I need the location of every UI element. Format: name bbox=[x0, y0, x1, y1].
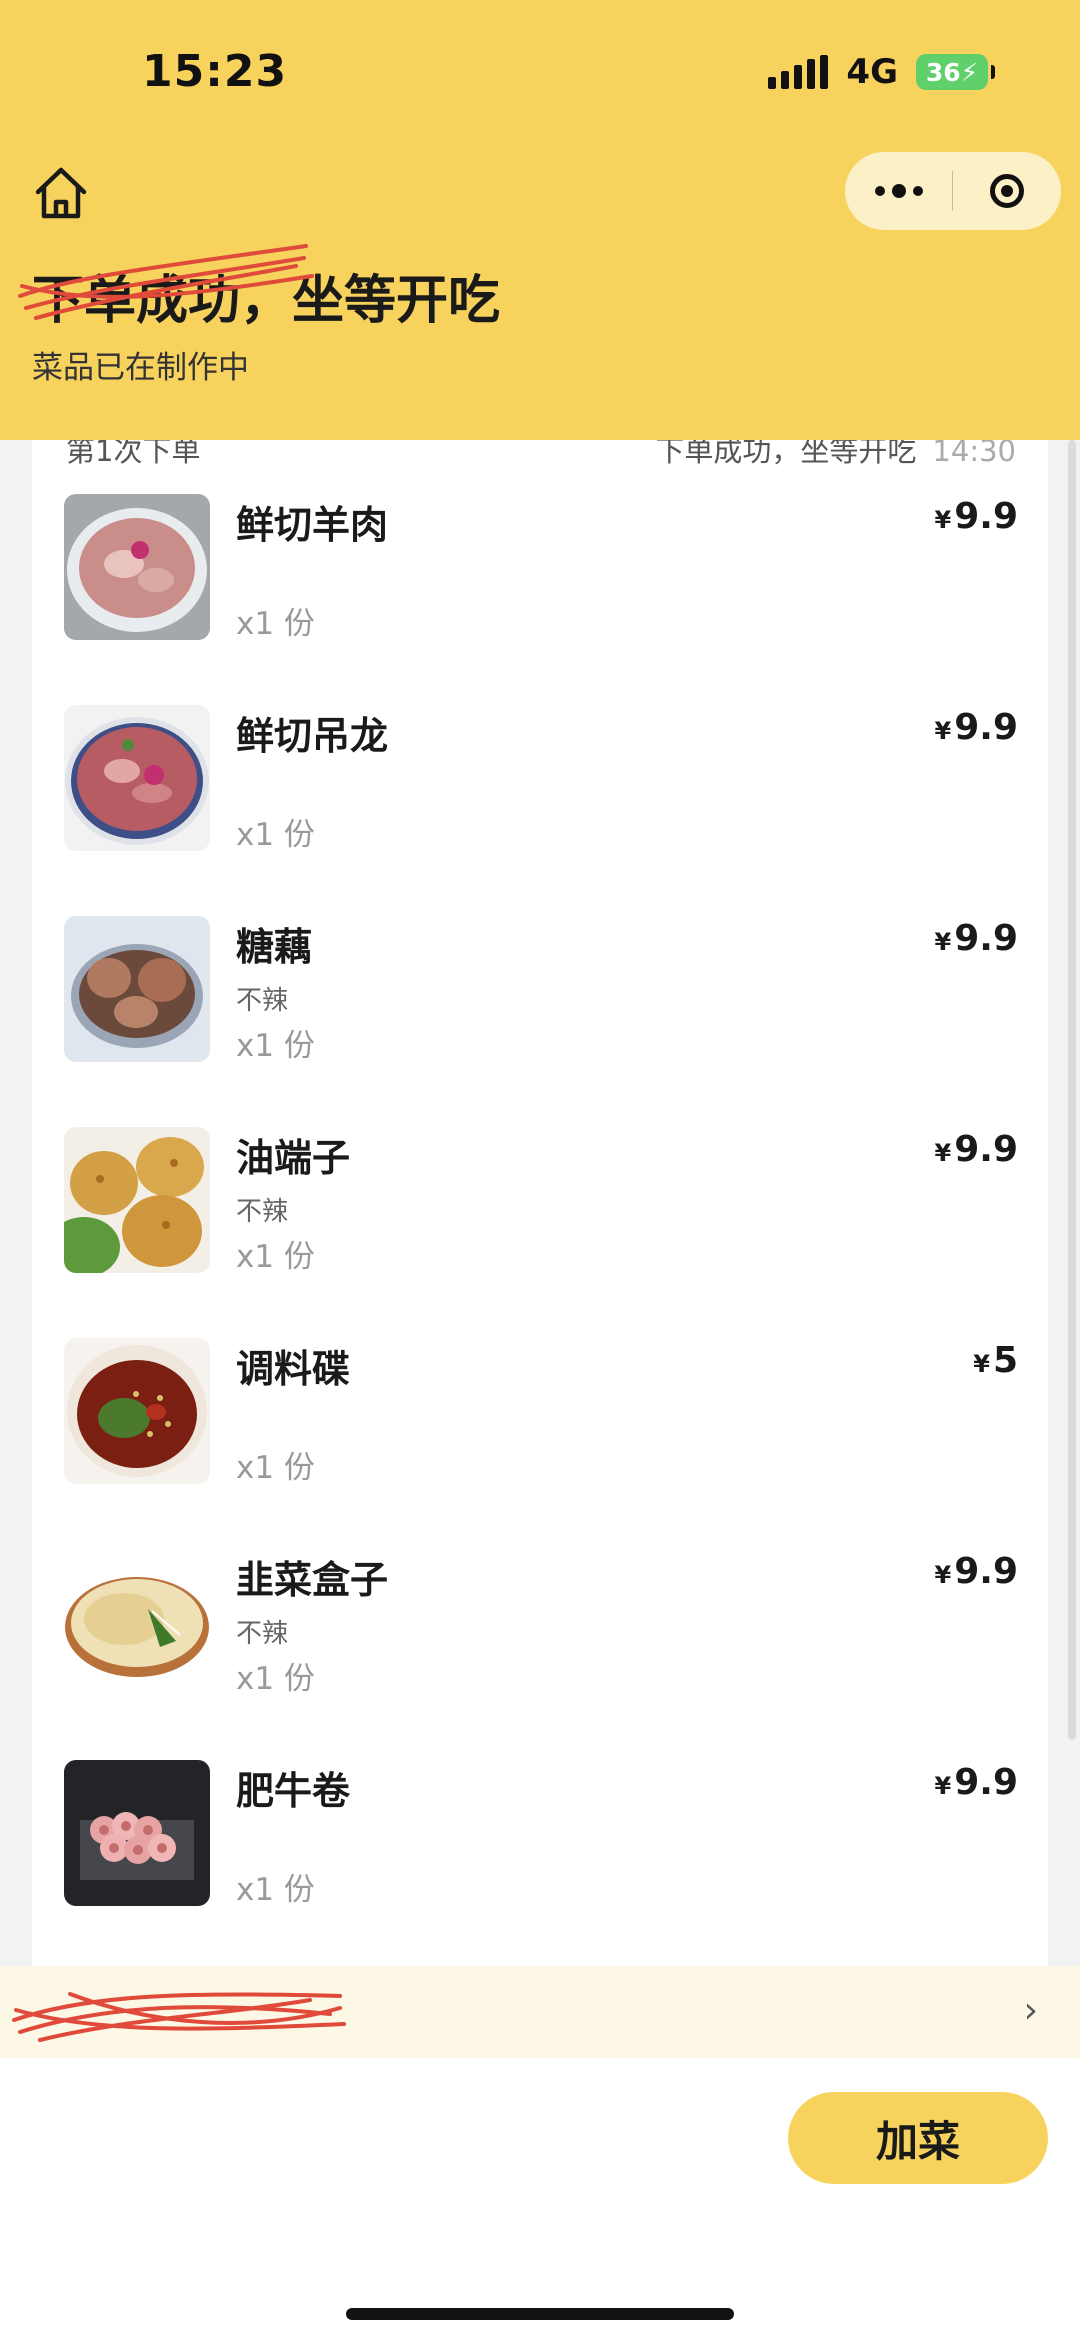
item-quantity: x1 份 bbox=[236, 1661, 315, 1697]
item-image bbox=[64, 1127, 210, 1273]
status-indicators: 4G 36 ⚡ bbox=[768, 52, 995, 92]
item-price: ¥9.9 bbox=[934, 496, 1018, 537]
item-option: 不辣 bbox=[236, 986, 289, 1016]
notice-bar[interactable]: › bbox=[0, 1966, 1080, 2058]
list-item[interactable]: 韭菜盒子 不辣 x1 份 ¥9.9 bbox=[64, 1549, 1018, 1699]
item-name: 油端子 bbox=[236, 1136, 351, 1180]
item-option: 不辣 bbox=[236, 1197, 289, 1227]
item-image bbox=[64, 494, 210, 640]
item-quantity: x1 份 bbox=[236, 1028, 315, 1064]
item-quantity: x1 份 bbox=[236, 1239, 315, 1275]
status-time: 15:23 bbox=[142, 46, 288, 97]
battery-icon: 36 ⚡ bbox=[916, 54, 995, 90]
item-name: 调料碟 bbox=[236, 1347, 351, 1391]
item-price: ¥9.9 bbox=[934, 1762, 1018, 1803]
item-name: 鲜切吊龙 bbox=[236, 714, 389, 758]
item-option: 不辣 bbox=[236, 1619, 289, 1649]
network-type: 4G bbox=[846, 52, 898, 92]
item-name: 肥牛卷 bbox=[236, 1769, 351, 1813]
more-dots-icon[interactable] bbox=[845, 184, 952, 198]
list-item[interactable]: 肥牛卷 x1 份 ¥9.9 bbox=[64, 1760, 1018, 1910]
scrollbar[interactable] bbox=[1068, 440, 1076, 1740]
title-rest: 坐等开吃 bbox=[292, 271, 501, 331]
item-quantity: x1 份 bbox=[236, 1872, 315, 1908]
mini-program-capsule bbox=[845, 152, 1061, 230]
item-name: 糖藕 bbox=[236, 925, 313, 969]
home-indicator bbox=[346, 2308, 734, 2320]
item-quantity: x1 份 bbox=[236, 817, 315, 853]
add-dishes-button[interactable]: 加菜 bbox=[788, 2092, 1048, 2184]
header: 15:23 4G 36 ⚡ 下单成功，坐等开吃 菜品已在制作中 bbox=[0, 0, 1080, 440]
item-quantity: x1 份 bbox=[236, 606, 315, 642]
item-name: 鲜切羊肉 bbox=[236, 503, 389, 547]
item-price: ¥9.9 bbox=[934, 707, 1018, 748]
list-item[interactable]: 鲜切羊肉 x1 份 ¥9.9 bbox=[64, 494, 1018, 644]
item-price: ¥5 bbox=[973, 1340, 1018, 1381]
item-name: 韭菜盒子 bbox=[236, 1558, 389, 1602]
item-image bbox=[64, 1549, 210, 1695]
item-price: ¥9.9 bbox=[934, 1551, 1018, 1592]
redaction-scribble bbox=[12, 1992, 346, 2042]
redaction-scribble bbox=[18, 244, 314, 320]
chevron-right-icon[interactable]: › bbox=[1024, 1990, 1038, 2031]
home-icon[interactable] bbox=[30, 162, 92, 224]
signal-icon bbox=[768, 55, 829, 89]
order-card: 第1次下单 下单成功，坐等开吃 14:30 鲜切羊肉 x1 份 ¥9.9 鲜切吊… bbox=[32, 420, 1048, 1980]
page-subtitle: 菜品已在制作中 bbox=[32, 350, 249, 386]
item-quantity: x1 份 bbox=[236, 1450, 315, 1486]
item-image bbox=[64, 705, 210, 851]
list-item[interactable]: 糖藕 不辣 x1 份 ¥9.9 bbox=[64, 916, 1018, 1066]
battery-level: 36 bbox=[925, 57, 961, 87]
item-image bbox=[64, 1760, 210, 1906]
item-image bbox=[64, 1338, 210, 1484]
list-item[interactable]: 鲜切吊龙 x1 份 ¥9.9 bbox=[64, 705, 1018, 855]
item-price: ¥9.9 bbox=[934, 1129, 1018, 1170]
list-item[interactable]: 调料碟 x1 份 ¥5 bbox=[64, 1338, 1018, 1488]
list-item[interactable]: 油端子 不辣 x1 份 ¥9.9 bbox=[64, 1127, 1018, 1277]
item-image bbox=[64, 916, 210, 1062]
bottom-bar: 加菜 bbox=[0, 2058, 1080, 2341]
target-icon[interactable] bbox=[953, 174, 1060, 208]
item-price: ¥9.9 bbox=[934, 918, 1018, 959]
